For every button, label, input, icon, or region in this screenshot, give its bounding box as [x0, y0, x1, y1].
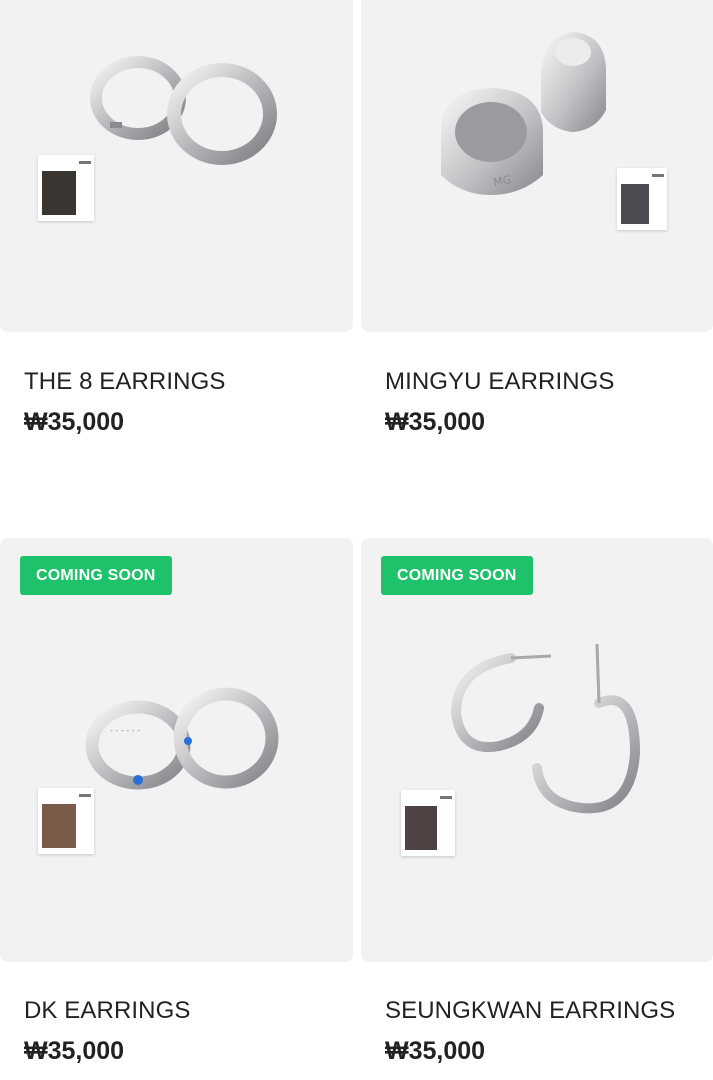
- product-card[interactable]: COMING SOON SEUNGKWAN EARRINGS ₩35,000: [361, 538, 713, 1065]
- product-card[interactable]: MG MINGYU EARRINGS ₩35,000: [361, 0, 713, 436]
- product-price: ₩35,000: [385, 1037, 486, 1065]
- svg-text:- - - - - -: - - - - - -: [110, 726, 140, 735]
- photocard-icon: [617, 168, 667, 230]
- product-name[interactable]: SEUNGKWAN EARRINGS: [385, 997, 675, 1025]
- earrings-image: [450, 643, 641, 814]
- product-price: ₩35,000: [385, 408, 486, 436]
- photocard-icon: [401, 790, 455, 856]
- product-card[interactable]: THE 8 EARRINGS ₩35,000: [0, 0, 353, 436]
- product-name[interactable]: THE 8 EARRINGS: [24, 368, 225, 396]
- product-image[interactable]: MG: [361, 0, 713, 332]
- product-price: ₩35,000: [24, 1037, 125, 1065]
- earrings-image: MG: [441, 32, 606, 195]
- earrings-image: - - - - - -: [85, 687, 279, 790]
- product-name[interactable]: DK EARRINGS: [24, 997, 190, 1025]
- photocard-icon: [38, 155, 94, 221]
- product-image[interactable]: [0, 0, 353, 332]
- product-card[interactable]: COMING SOON - - - - - - DK EARRINGS ₩35,…: [0, 538, 353, 1065]
- photocard-icon: [38, 788, 94, 854]
- product-image[interactable]: COMING SOON - - - - - -: [0, 538, 353, 962]
- product-image[interactable]: COMING SOON: [361, 538, 713, 962]
- product-name[interactable]: MINGYU EARRINGS: [385, 368, 615, 396]
- product-price: ₩35,000: [24, 408, 125, 436]
